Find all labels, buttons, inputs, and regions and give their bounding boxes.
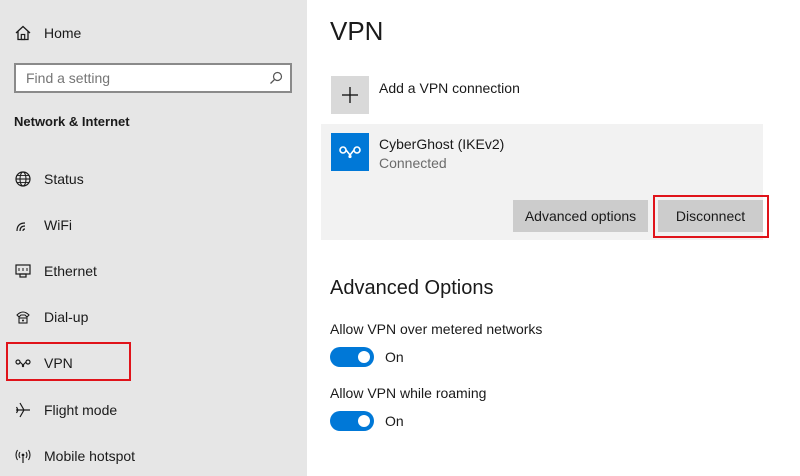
vpn-icon [339,146,361,159]
sidebar-item-wifi[interactable]: WiFi [14,213,72,237]
home-link[interactable]: Home [14,22,81,44]
disconnect-highlight-frame [653,195,769,238]
page-title: VPN [330,16,384,46]
home-label: Home [44,25,82,41]
sidebar-item-label: Ethernet [44,263,97,279]
vpn-connection-name: CyberGhost (IKEv2) [379,136,505,152]
dialup-icon [16,311,30,324]
sidebar-item-ethernet[interactable]: Ethernet [14,259,97,283]
sidebar-item-label: Flight mode [44,402,118,418]
sidebar-item-label: WiFi [44,217,72,233]
advanced-options-button[interactable]: Advanced options [513,200,648,232]
sidebar-item-mobile-hotspot[interactable]: Mobile hotspot [14,444,135,468]
vpn-connection-tile [331,133,369,171]
search-input[interactable] [16,65,266,91]
vpn-connection-card[interactable]: CyberGhost (IKEv2) Connected Advanced op… [321,124,769,240]
sidebar: Home Network & Internet Status WiFi [0,0,307,476]
add-vpn-connection[interactable]: Add a VPN connection [331,76,520,114]
search-box[interactable] [14,63,292,93]
home-icon [15,25,31,41]
metered-networks-label: Allow VPN over metered networks [330,321,543,337]
add-tile[interactable] [331,76,369,114]
ethernet-icon [15,264,31,278]
section-title: Network & Internet [14,114,130,129]
sidebar-item-label: Mobile hotspot [44,448,136,464]
hotspot-icon [15,449,31,463]
airplane-icon [15,402,30,418]
sidebar-item-label: Dial-up [44,309,89,325]
sidebar-item-label: Status [44,171,84,187]
metered-networks-toggle[interactable] [330,347,374,367]
main-content: VPN Add a VPN connection CyberGhost (IKE… [307,0,800,476]
sidebar-item-status[interactable]: Status [14,167,84,191]
search-icon[interactable] [269,71,283,85]
plus-icon [342,87,358,103]
roaming-toggle[interactable] [330,411,374,431]
sidebar-item-dial-up[interactable]: Dial-up [14,305,88,329]
vpn-connection-status: Connected [379,155,447,171]
wifi-icon [16,222,26,232]
globe-icon [15,171,31,187]
advanced-options-heading: Advanced Options [330,277,494,299]
sidebar-item-flight-mode[interactable]: Flight mode [14,398,117,422]
vpn-highlight-frame [6,342,131,381]
metered-networks-state: On [385,349,404,365]
roaming-state: On [385,413,404,429]
toggle-knob [358,415,370,427]
roaming-label: Allow VPN while roaming [330,385,487,401]
toggle-knob [358,351,370,363]
add-vpn-label: Add a VPN connection [379,80,520,96]
